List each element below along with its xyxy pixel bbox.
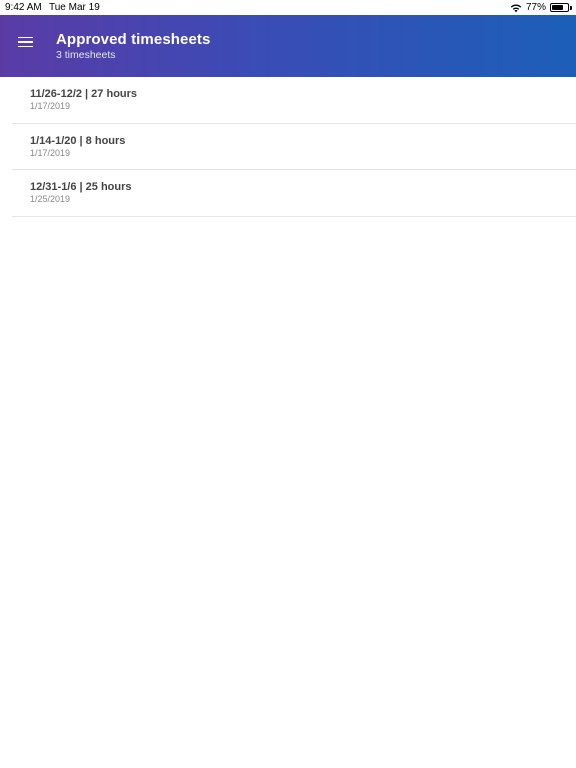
status-time: 9:42 AM xyxy=(5,2,42,13)
timesheet-period: 12/31-1/6 | 25 hours xyxy=(30,181,132,193)
status-bar: 9:42 AM Tue Mar 19 77% xyxy=(0,0,576,15)
app-header: Approved timesheets 3 timesheets xyxy=(0,15,576,77)
timesheet-period: 1/14-1/20 | 8 hours xyxy=(30,134,126,147)
timesheet-period: 11/26-12/2 | 27 hours xyxy=(30,88,138,100)
battery-percent: 77% xyxy=(525,2,546,13)
status-date: Tue Mar 19 xyxy=(49,2,100,13)
timesheet-approved-date: 1/17/2019 xyxy=(30,101,71,111)
status-indicators: 77% xyxy=(510,1,572,14)
timesheet-approved-date: 1/25/2019 xyxy=(30,194,71,204)
timesheet-row[interactable]: 11/26-12/2 | 27 hours 1/17/2019 xyxy=(12,77,576,124)
battery-icon xyxy=(550,3,572,12)
timesheet-row[interactable]: 12/31-1/6 | 25 hours 1/25/2019 xyxy=(12,170,576,217)
timesheet-row[interactable]: 1/14-1/20 | 8 hours 1/17/2019 xyxy=(12,124,576,170)
wifi-icon xyxy=(510,3,522,12)
page-title: Approved timesheets xyxy=(56,31,211,48)
page-subtitle: 3 timesheets xyxy=(56,49,116,61)
hamburger-menu-icon[interactable] xyxy=(13,31,39,53)
timesheet-list: 11/26-12/2 | 27 hours 1/17/2019 1/14-1/2… xyxy=(0,77,576,217)
timesheet-approved-date: 1/17/2019 xyxy=(30,147,71,158)
